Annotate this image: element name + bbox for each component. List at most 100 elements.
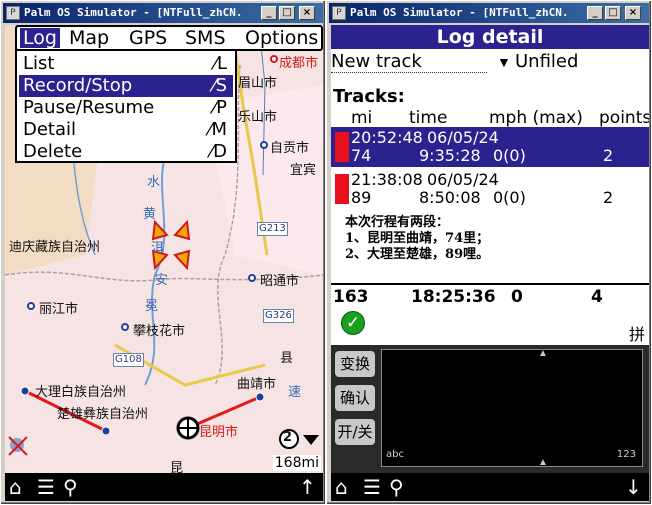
log-detail-form: New track ▼ Unfiled Tracks: mi time mph … xyxy=(331,49,649,345)
track-miles: 74 xyxy=(351,146,372,165)
track-duration: 8:50:08 xyxy=(419,188,481,207)
window-title: Palm OS Simulator - [NTFull_zhCN. xyxy=(24,6,243,19)
bottom-toolbar: ⌂ ☰ ⚲ ↑ xyxy=(5,473,323,501)
road-shield: G213 xyxy=(257,222,288,236)
map-label: 洱 xyxy=(151,241,165,256)
city-label: 曲靖市 xyxy=(237,377,277,392)
total-time: 18:25:36 xyxy=(411,287,496,307)
map-label: 冕 xyxy=(145,299,159,314)
track-miles: 89 xyxy=(351,188,372,207)
track-color-swatch xyxy=(335,132,349,162)
compass-arrow-icon xyxy=(303,435,319,445)
track-name-field[interactable]: New track xyxy=(331,52,487,73)
zoom-level[interactable]: 2 xyxy=(283,430,292,445)
map-label: 昆 xyxy=(170,461,184,473)
city-label: 大理白族自治州 xyxy=(35,385,127,400)
minimize-button[interactable]: _ xyxy=(261,6,277,20)
close-button[interactable]: × xyxy=(625,6,641,20)
column-header-time: time xyxy=(409,108,448,128)
menu-sms[interactable]: SMS xyxy=(185,28,226,48)
ime-toggle-button[interactable]: 开/关 xyxy=(335,419,375,445)
maximize-button[interactable]: □ xyxy=(605,6,621,20)
track-row[interactable]: 20:52:48 06/05/24 74 9:35:28 0(0) 2 xyxy=(331,127,649,167)
total-speed: 0 xyxy=(511,287,523,307)
track-date: 06/05/24 xyxy=(427,170,499,189)
ime-mode-indicator[interactable]: 拼 xyxy=(629,321,645,345)
city-marker xyxy=(260,141,268,149)
down-arrow-icon[interactable]: ↓ xyxy=(625,476,642,498)
map-label: 县 xyxy=(280,351,294,366)
column-header-points: points xyxy=(599,108,649,128)
checkmark-icon[interactable]: ✓ xyxy=(341,311,365,335)
map-view[interactable]: 成都市 眉山市 乐山市 自贡市 宜宾 迪庆藏族自治州 昭通市 丽江市 攀枝花市 … xyxy=(5,25,323,473)
city-label: 成都市 xyxy=(279,56,319,71)
pad-label-123: 123 xyxy=(616,449,636,460)
track-points: 2 xyxy=(603,146,614,165)
city-label: 自贡市 xyxy=(270,141,310,156)
menu-options[interactable]: Options xyxy=(245,28,318,48)
menu-down-icon[interactable]: ☰ xyxy=(37,476,55,498)
title-bar[interactable]: P Palm OS Simulator - [NTFull_zhCN. _ □ … xyxy=(3,3,323,23)
menu-map[interactable]: Map xyxy=(69,28,109,48)
city-marker xyxy=(121,323,129,331)
column-header-mi: mi xyxy=(351,108,373,128)
road-shield: G326 xyxy=(263,309,294,323)
pad-divider-marker: ▲ xyxy=(538,457,548,468)
road-shield: G108 xyxy=(113,353,144,367)
search-icon[interactable]: ⚲ xyxy=(63,476,78,498)
note-line: 1、昆明至曲靖，74里； xyxy=(345,231,490,246)
track-speed: 0(0) xyxy=(493,146,526,165)
menu-item-shortcut: ⁄P xyxy=(213,97,227,118)
menu-item-shortcut: ⁄L xyxy=(213,53,227,74)
bottom-toolbar: ⌂ ☰ ⚲ ↓ xyxy=(331,473,649,501)
city-label: 丽江市 xyxy=(39,302,79,317)
map-label: 速 xyxy=(288,385,302,400)
map-window: P Palm OS Simulator - [NTFull_zhCN. _ □ … xyxy=(0,0,326,505)
track-point xyxy=(20,386,30,396)
city-label: 攀枝花市 xyxy=(133,324,186,339)
dropdown-arrow-icon[interactable]: ▼ xyxy=(497,54,511,70)
track-speed: 0(0) xyxy=(493,188,526,207)
menu-item-label: Delete xyxy=(23,141,83,162)
title-bar[interactable]: P Palm OS Simulator - [NTFull_zhCN. _ □ … xyxy=(329,3,649,23)
ime-confirm-button[interactable]: 确认 xyxy=(335,385,375,411)
menu-item-detail[interactable]: Detail ⁄M xyxy=(19,119,233,141)
app-icon: P xyxy=(332,6,346,20)
maximize-button[interactable]: □ xyxy=(279,6,295,20)
pad-label-abc: abc xyxy=(386,449,404,460)
city-label: 昆明市 xyxy=(199,425,239,440)
menu-item-delete[interactable]: Delete ⁄D xyxy=(19,141,233,163)
map-label: 水 xyxy=(147,175,161,190)
note-line: 本次行程有两段： xyxy=(345,215,450,230)
menu-item-shortcut: ⁄D xyxy=(210,141,227,162)
menu-item-record-stop[interactable]: Record/Stop ⁄S xyxy=(19,75,233,97)
search-icon[interactable]: ⚲ xyxy=(389,476,404,498)
minimize-button[interactable]: _ xyxy=(587,6,603,20)
handwriting-pad[interactable]: abc 123 ▲ ▲ xyxy=(381,348,643,468)
track-row[interactable]: 21:38:08 06/05/24 89 8:50:08 0(0) 2 xyxy=(331,169,649,209)
track-point xyxy=(101,426,111,436)
up-arrow-icon[interactable]: ↑ xyxy=(299,476,316,498)
home-icon[interactable]: ⌂ xyxy=(335,476,348,498)
home-icon[interactable]: ⌂ xyxy=(9,476,22,498)
total-miles: 163 xyxy=(333,287,369,307)
category-select[interactable]: Unfiled xyxy=(515,52,578,72)
tracks-label: Tracks: xyxy=(333,86,405,107)
close-button[interactable]: × xyxy=(299,6,315,20)
page-title: Log detail xyxy=(331,25,649,49)
track-start-time: 20:52:48 xyxy=(351,128,423,147)
palm-screen: Log detail New track ▼ Unfiled Tracks: m… xyxy=(331,25,649,501)
menu-item-list[interactable]: List ⁄L xyxy=(19,53,233,75)
window-title: Palm OS Simulator - [NTFull_zhCN. xyxy=(350,6,569,19)
city-label: 楚雄彝族自治州 xyxy=(57,407,149,422)
city-marker xyxy=(248,274,256,282)
menu-item-pause-resume[interactable]: Pause/Resume ⁄P xyxy=(19,97,233,119)
track-points: 2 xyxy=(603,188,614,207)
map-label: 安 xyxy=(155,273,169,288)
ime-convert-button[interactable]: 变换 xyxy=(335,351,375,377)
menu-item-shortcut: ⁄M xyxy=(208,119,227,140)
ime-panel: 变换 确认 开/关 abc 123 ▲ ▲ xyxy=(331,345,649,473)
menu-down-icon[interactable]: ☰ xyxy=(363,476,381,498)
menu-gps[interactable]: GPS xyxy=(129,28,167,48)
menu-log[interactable]: Log xyxy=(20,28,60,48)
